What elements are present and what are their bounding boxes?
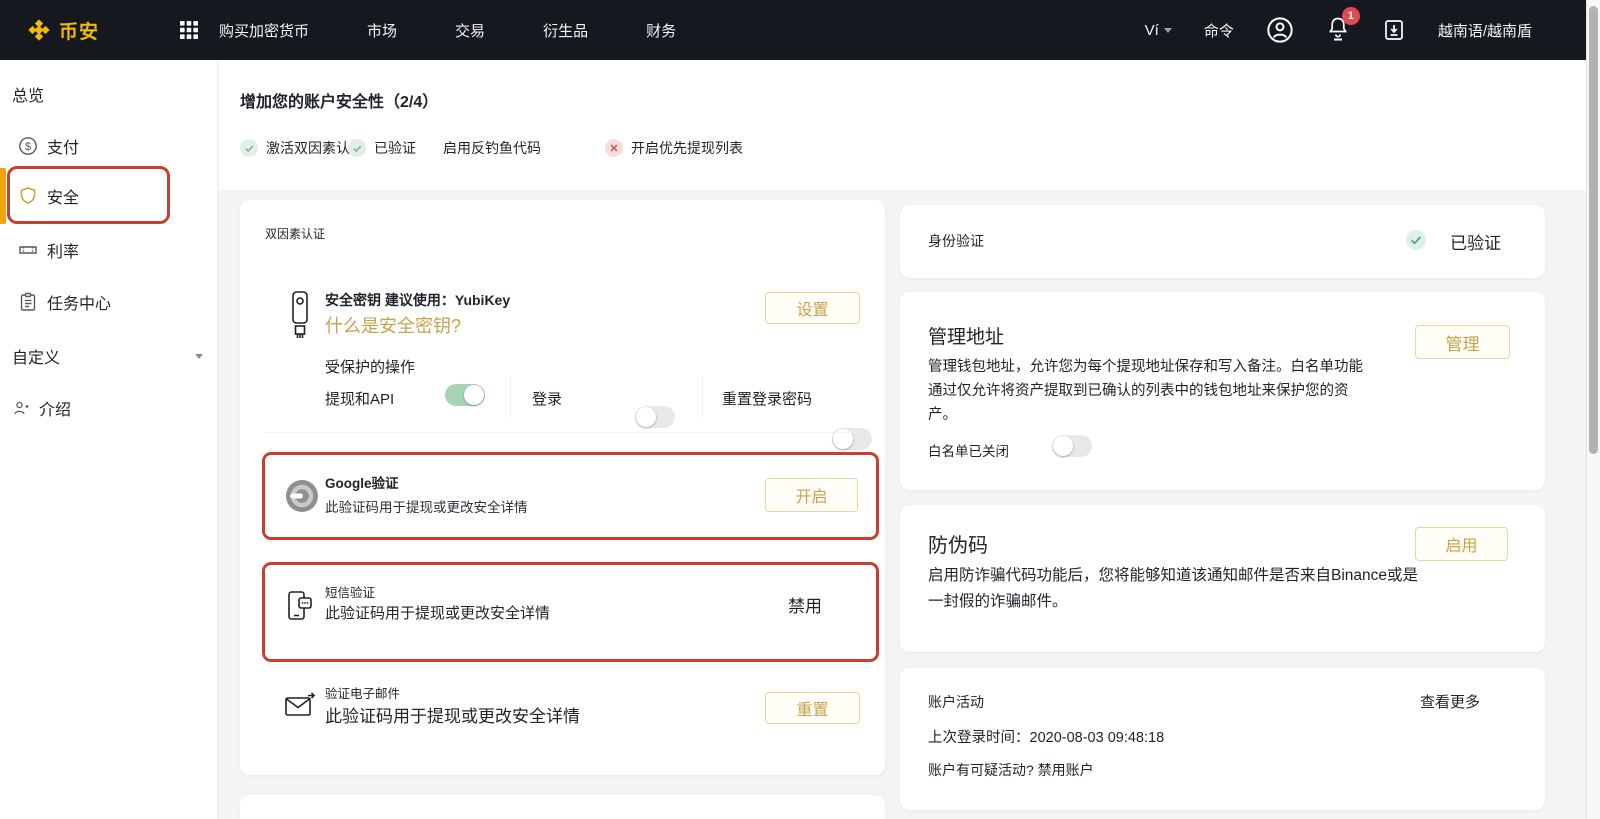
sms-verification-desc: 此验证码用于提现或更改安全详情 bbox=[325, 602, 550, 623]
chevron-down-icon bbox=[1164, 28, 1172, 33]
notifications-button[interactable]: 1 bbox=[1326, 15, 1350, 46]
anti-phishing-desc: 启用防诈骗代码功能后，您将能够知道该通知邮件是否来自Binance或是一封假的诈… bbox=[928, 563, 1428, 614]
checklist-item-2fa: 激活双因素认证 bbox=[240, 138, 364, 158]
nav-wallet-dropdown[interactable]: Ví bbox=[1145, 22, 1172, 39]
toggle-knob bbox=[1053, 436, 1073, 456]
checklist-item-verified: 已验证 bbox=[348, 138, 416, 158]
protected-operations-label: 受保护的操作 bbox=[325, 356, 415, 377]
email-verification-desc: 此验证码用于提现或更改安全详情 bbox=[325, 702, 580, 727]
identity-verification-card: 身份验证 已验证 bbox=[900, 205, 1545, 278]
account-activity-card: 账户活动 查看更多 上次登录时间：2020-08-03 09:48:18 账户有… bbox=[900, 668, 1545, 810]
whitelist-label: 白名单已关闭 bbox=[928, 440, 1009, 460]
view-more-link[interactable]: 查看更多 bbox=[1420, 691, 1480, 712]
anti-phishing-title: 防伪码 bbox=[928, 529, 988, 558]
binance-security-page: 币安 购买加密货币 市场 交易 衍生品 财务 Ví 命令 bbox=[0, 0, 1600, 819]
divider bbox=[510, 376, 511, 418]
sms-verification-title: 短信验证 bbox=[325, 582, 375, 601]
nav-item-derivatives[interactable]: 衍生品 bbox=[543, 20, 588, 41]
toggle-label-reset-password: 重置登录密码 bbox=[722, 388, 812, 409]
binance-diamond-icon bbox=[26, 17, 52, 43]
disable-sms-button[interactable]: 禁用 bbox=[788, 592, 822, 617]
scrollbar-track bbox=[1586, 0, 1600, 819]
sidebar-header-overview[interactable]: 总览 bbox=[0, 74, 217, 114]
usb-key-icon bbox=[288, 290, 312, 345]
enable-anti-phishing-button[interactable]: 启用 bbox=[1415, 527, 1508, 561]
manage-address-button[interactable]: 管理 bbox=[1415, 325, 1510, 359]
address-title: 管理地址 bbox=[928, 322, 1004, 349]
dollar-circle-icon: $ bbox=[18, 136, 38, 156]
what-is-security-key-link[interactable]: 什么是安全密钥? bbox=[325, 312, 461, 338]
google-verification-title: Google验证 bbox=[325, 472, 399, 492]
profile-icon[interactable] bbox=[1266, 16, 1294, 44]
sidebar: 总览 $ 支付 安全 利率 bbox=[0, 60, 218, 819]
referral-icon bbox=[12, 399, 30, 417]
reset-email-button[interactable]: 重置 bbox=[765, 692, 860, 724]
suspicious-activity-link[interactable]: 账户有可疑活动? 禁用账户 bbox=[928, 760, 1094, 780]
login-toggle[interactable] bbox=[635, 406, 675, 428]
nav-right-group: Ví 命令 1 bbox=[1145, 15, 1600, 46]
sidebar-item-payment[interactable]: $ 支付 bbox=[0, 122, 217, 170]
divider bbox=[702, 376, 703, 418]
section-label-2fa: 双因素认证 bbox=[265, 225, 331, 243]
checklist-item-whitelist: 开启优先提现列表 bbox=[605, 138, 743, 158]
notification-badge: 1 bbox=[1342, 7, 1360, 25]
checklist-item-antiphishing: 启用反钓鱼代码 bbox=[443, 138, 541, 158]
binance-logo[interactable]: 币安 bbox=[26, 17, 99, 44]
divider bbox=[265, 432, 860, 433]
toggle-knob bbox=[636, 407, 656, 427]
download-icon bbox=[1382, 18, 1406, 42]
address-desc: 管理钱包地址，允许您为每个提现地址保存和写入备注。白名单功能通过仅允许将资产提取… bbox=[928, 356, 1373, 428]
toggle-label-login: 登录 bbox=[532, 388, 562, 409]
activity-title: 账户活动 bbox=[928, 692, 984, 712]
email-icon bbox=[284, 692, 316, 725]
identity-title: 身份验证 bbox=[928, 231, 984, 251]
setup-security-key-button[interactable]: 设置 bbox=[765, 292, 860, 324]
nav-item-buy-crypto[interactable]: 购买加密货币 bbox=[219, 20, 309, 41]
address-management-card: 管理地址 管理钱包地址，允许您为每个提现地址保存和写入备注。白名单功能通过仅允许… bbox=[900, 292, 1545, 490]
toggle-knob bbox=[464, 385, 484, 405]
nav-item-markets[interactable]: 市场 bbox=[367, 20, 397, 41]
nav-item-trade[interactable]: 交易 bbox=[455, 20, 485, 41]
identity-status: 已验证 bbox=[1450, 229, 1501, 254]
security-key-title: 安全密钥 建议使用：YubiKey bbox=[325, 290, 510, 310]
shield-icon bbox=[18, 186, 38, 206]
chevron-down-icon bbox=[195, 354, 203, 359]
google-verification-desc: 此验证码用于提现或更改安全详情 bbox=[325, 496, 528, 516]
check-circle-icon bbox=[348, 139, 366, 157]
svg-text:$: $ bbox=[25, 141, 31, 153]
sidebar-item-interest[interactable]: 利率 bbox=[0, 226, 217, 274]
whitelist-toggle[interactable] bbox=[1052, 435, 1092, 457]
scrollbar-thumb[interactable] bbox=[1589, 6, 1598, 454]
toggle-label-withdrawal-api: 提现和API bbox=[325, 388, 394, 409]
sidebar-item-referral[interactable]: 介绍 bbox=[0, 386, 217, 430]
download-app-button[interactable] bbox=[1382, 18, 1406, 42]
active-indicator bbox=[0, 168, 6, 224]
check-circle-icon bbox=[1405, 229, 1427, 256]
sidebar-item-security[interactable]: 安全 bbox=[0, 170, 217, 222]
sidebar-header-custom[interactable]: 自定义 bbox=[0, 332, 217, 380]
anti-phishing-card: 防伪码 启用防诈骗代码功能后，您将能够知道该通知邮件是否来自Binance或是一… bbox=[900, 505, 1545, 652]
enable-google-button[interactable]: 开启 bbox=[765, 478, 858, 512]
withdrawal-api-toggle[interactable] bbox=[445, 384, 485, 406]
next-card-partial bbox=[240, 795, 885, 819]
page-title: 增加您的账户安全性（2/4） bbox=[240, 88, 438, 112]
two-factor-card: 双因素认证 安全密钥 建议使用：YubiKey 什么是安全密钥? 设置 受保护的… bbox=[240, 200, 885, 775]
nav-orders[interactable]: 命令 bbox=[1204, 20, 1234, 41]
security-header: 增加您的账户安全性（2/4） 激活双因素认证 已验证 启用反钓鱼代码 开启优先提… bbox=[219, 60, 1600, 190]
voucher-icon bbox=[18, 240, 38, 260]
tasks-icon bbox=[18, 292, 38, 312]
x-circle-icon bbox=[605, 139, 623, 157]
sms-phone-icon bbox=[286, 590, 314, 629]
google-authenticator-icon bbox=[285, 479, 319, 518]
language-currency-selector[interactable]: 越南语/越南盾 bbox=[1438, 20, 1532, 41]
last-login-time: 上次登录时间：2020-08-03 09:48:18 bbox=[928, 726, 1164, 747]
logo-text: 币安 bbox=[59, 17, 99, 44]
email-verification-title: 验证电子邮件 bbox=[325, 683, 400, 702]
apps-grid-icon[interactable] bbox=[179, 20, 199, 40]
nav-item-finance[interactable]: 财务 bbox=[646, 20, 676, 41]
top-nav: 币安 购买加密货币 市场 交易 衍生品 财务 Ví 命令 bbox=[0, 0, 1600, 60]
sidebar-item-task-center[interactable]: 任务中心 bbox=[0, 278, 217, 326]
check-circle-icon bbox=[240, 139, 258, 157]
